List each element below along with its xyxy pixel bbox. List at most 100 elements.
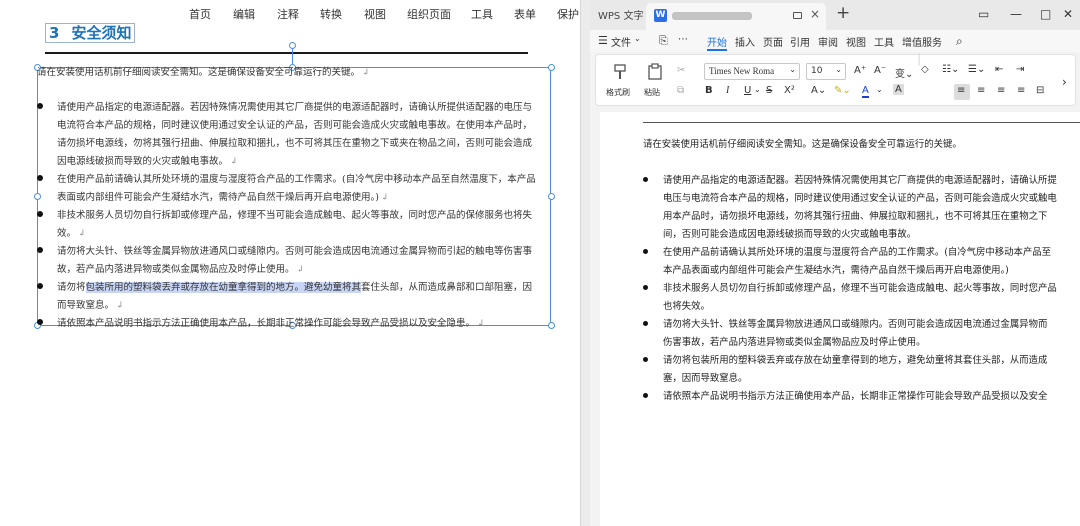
menu-protect[interactable]: 保护 xyxy=(557,6,579,22)
resize-handle-left[interactable] xyxy=(34,193,41,200)
home-ribbon: 格式刷 粘贴 ✂ ⧉ Times New Roma ⌄ 10 ⌄ A⁺ A⁻ 变⌄ … xyxy=(595,54,1076,106)
copy-icon[interactable]: ⧉ xyxy=(677,85,684,96)
highlight-color-icon[interactable]: ✎⌄ xyxy=(834,85,851,96)
italic-button[interactable]: I xyxy=(726,85,729,96)
align-center-icon[interactable]: ≡ xyxy=(977,85,985,96)
menu-insert[interactable]: 插入 xyxy=(735,34,755,49)
bullet-list-icon[interactable]: ☷⌄ xyxy=(942,64,959,75)
align-right-icon[interactable]: ≡ xyxy=(997,85,1005,96)
menu-view[interactable]: 视图 xyxy=(364,6,386,22)
ribbon-scroll-right-icon[interactable]: › xyxy=(1062,75,1067,89)
menu-form[interactable]: 表单 xyxy=(514,6,536,22)
left-document-window: 首页 编辑 注释 转换 视图 组织页面 工具 表单 保护 3 安全须知 请在安装使… xyxy=(0,0,580,526)
justify-icon[interactable]: ≡ xyxy=(1017,85,1025,96)
resize-handle-right[interactable] xyxy=(548,193,555,200)
increase-indent-icon[interactable]: ⇥ xyxy=(1016,64,1024,75)
tab-bar: WPS 文字 W × + ▭ — □ ✕ xyxy=(590,0,1080,30)
hamburger-icon[interactable]: ☰ xyxy=(598,34,608,47)
menu-file[interactable]: 文件 xyxy=(611,34,631,49)
bullet-icon xyxy=(37,319,43,325)
paste-icon[interactable] xyxy=(646,63,664,81)
menu-edit[interactable]: 编辑 xyxy=(233,6,255,22)
menu-start[interactable]: 开始 xyxy=(707,34,727,49)
menu-review[interactable]: 审阅 xyxy=(818,34,838,49)
bullet-icon xyxy=(643,357,648,362)
bullet-icon xyxy=(643,321,648,326)
numbered-list-icon[interactable]: ☰⌄ xyxy=(968,64,985,75)
more-icon[interactable]: ⋯ xyxy=(678,34,688,45)
bold-button[interactable]: B xyxy=(705,85,713,96)
document-page[interactable]: 请在安装使用话机前仔细阅读安全需知。这是确保设备安全可靠运行的关键。 请使用产品… xyxy=(600,112,1080,526)
rotate-handle[interactable] xyxy=(289,42,296,49)
font-name-select[interactable]: Times New Roma ⌄ xyxy=(704,63,800,80)
header-rule xyxy=(643,122,1080,123)
new-tab-button[interactable]: + xyxy=(836,3,850,23)
section-title: 安全须知 xyxy=(71,24,132,42)
bullet-icon xyxy=(37,211,43,217)
superscript-button[interactable]: X² xyxy=(784,85,795,96)
shrink-font-icon[interactable]: A⁻ xyxy=(874,65,886,76)
decrease-indent-icon[interactable]: ⇤ xyxy=(995,64,1003,75)
bullet-icon xyxy=(37,103,43,109)
blurred-document-name xyxy=(672,12,752,20)
intro-paragraph: 请在安装使用话机前仔细阅读安全需知。这是确保设备安全可靠运行的关键。 ↲ xyxy=(37,67,370,78)
menu-view[interactable]: 视图 xyxy=(846,34,866,49)
maximize-window-icon[interactable]: □ xyxy=(1040,7,1051,21)
menu-tools[interactable]: 工具 xyxy=(471,6,493,22)
menu-annotate[interactable]: 注释 xyxy=(277,6,299,22)
bullet-icon xyxy=(643,393,648,398)
heading-rule xyxy=(45,52,528,54)
menu-page[interactable]: 页面 xyxy=(763,34,783,49)
search-icon[interactable]: ⌕ xyxy=(956,34,963,49)
bullet-icon xyxy=(37,175,43,181)
close-window-icon[interactable]: ✕ xyxy=(1063,7,1073,21)
format-painter-icon[interactable] xyxy=(611,63,629,81)
grow-font-icon[interactable]: A⁺ xyxy=(854,65,866,76)
wps-writer-icon: W xyxy=(654,9,667,22)
font-color-dropdown-icon[interactable]: ⌄ xyxy=(876,85,883,94)
resize-handle-top-right[interactable] xyxy=(548,64,555,71)
bullet-icon xyxy=(37,247,43,253)
font-size-select[interactable]: 10 ⌄ xyxy=(806,63,846,80)
wps-window: WPS 文字 W × + ▭ — □ ✕ ☰ 文件 ⌄ ⎘ ⋯ 开始 插入 页面… xyxy=(590,0,1080,526)
section-heading: 3 安全须知 xyxy=(45,23,136,43)
window-divider[interactable] xyxy=(580,0,590,526)
font-color-button[interactable]: A xyxy=(862,85,869,98)
strikethrough-button[interactable]: S xyxy=(766,85,772,96)
section-number: 3 xyxy=(49,24,60,42)
menu-reference[interactable]: 引用 xyxy=(790,34,810,49)
wps-menu-bar: ☰ 文件 ⌄ ⎘ ⋯ 开始 插入 页面 引用 审阅 视图 工具 增值服务 ⌕ xyxy=(590,30,1080,52)
paste-label[interactable]: 粘贴 xyxy=(644,87,660,98)
phonetic-guide-icon[interactable]: 变⌄ xyxy=(895,65,913,80)
ribbon-separator: │ xyxy=(916,55,923,66)
minimize-tab-icon[interactable] xyxy=(793,12,802,19)
bullet-icon xyxy=(643,285,648,290)
close-tab-icon[interactable]: × xyxy=(810,7,820,21)
distributed-icon[interactable]: ⊟ xyxy=(1036,85,1044,96)
underline-dropdown-icon[interactable]: ⌄ xyxy=(754,85,761,94)
app-tab[interactable]: WPS 文字 xyxy=(598,7,643,22)
active-menu-underline xyxy=(707,49,727,51)
menu-tools[interactable]: 工具 xyxy=(874,34,894,49)
intro-paragraph: 请在安装使用话机前仔细阅读安全需知。这是确保设备安全可靠运行的关键。 xyxy=(643,139,962,150)
text-effect-icon[interactable]: A⌄ xyxy=(811,85,826,96)
resize-handle-bottom-right[interactable] xyxy=(548,322,555,329)
clear-format-icon[interactable]: ◇ xyxy=(921,64,929,75)
menu-home[interactable]: 首页 xyxy=(189,6,211,22)
menu-organize-pages[interactable]: 组织页面 xyxy=(407,6,451,22)
menu-value-added[interactable]: 增值服务 xyxy=(902,34,942,49)
document-tab[interactable]: W × xyxy=(646,3,826,30)
underline-button[interactable]: U xyxy=(744,85,751,96)
chevron-down-icon[interactable]: ⌄ xyxy=(634,34,641,43)
format-painter-label[interactable]: 格式刷 xyxy=(606,87,630,98)
menu-convert[interactable]: 转换 xyxy=(320,6,342,22)
highlighted-text[interactable]: 包装所用的塑料袋丢弃或存放在幼童拿得到的地方。避免幼童将其 xyxy=(85,282,362,293)
char-shading-icon[interactable]: A xyxy=(893,84,904,95)
minimize-window-icon[interactable]: — xyxy=(1010,7,1022,21)
align-left-icon[interactable]: ≡ xyxy=(957,85,965,96)
bullet-icon xyxy=(643,249,648,254)
bullet-icon xyxy=(643,177,648,182)
cut-icon[interactable]: ✂ xyxy=(677,65,685,76)
window-layout-icon[interactable]: ▭ xyxy=(978,7,989,21)
save-icon[interactable]: ⎘ xyxy=(659,34,668,48)
